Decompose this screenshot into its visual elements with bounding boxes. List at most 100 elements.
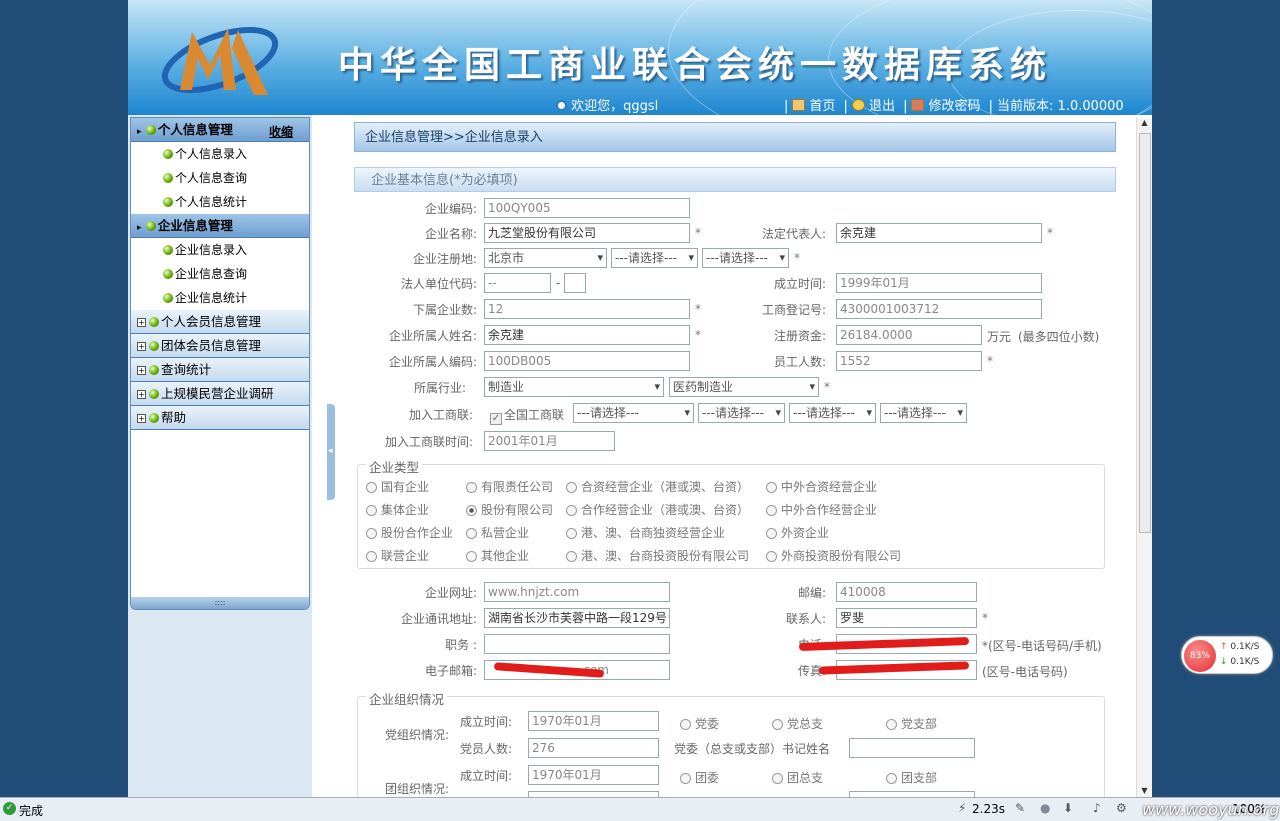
upload-speed: 0.1K/S <box>1230 642 1260 652</box>
sub-count-input[interactable]: 12 <box>484 299 690 319</box>
legal-rep-input[interactable]: 余克建 <box>836 223 1042 243</box>
name-input[interactable]: 九芝堂股份有限公司 <box>484 223 690 243</box>
radio-enterprise-type[interactable]: 合资经营企业（港或澳、台资） <box>566 478 749 495</box>
menu-item-enterprise-entry[interactable]: 企业信息录入 <box>131 238 309 262</box>
menu-item-personal-entry[interactable]: 个人信息录入 <box>131 142 309 166</box>
radio-youth-committee[interactable]: 团委 <box>680 769 719 786</box>
menu-group-survey[interactable]: + 上规模民营企业调研 <box>131 382 309 406</box>
radio-enterprise-type[interactable]: 港、澳、台商投资股份有限公司 <box>566 547 749 564</box>
radio-youth-branch[interactable]: 团支部 <box>886 769 937 786</box>
radio-label: 国有企业 <box>381 480 430 494</box>
menu-group-help[interactable]: + 帮助 <box>131 406 309 430</box>
union-select-2[interactable]: ---请选择--- <box>698 403 785 423</box>
required-mark: * <box>695 226 701 240</box>
party-founded-input[interactable]: 1970年01月 <box>528 711 659 731</box>
vertical-scrollbar[interactable]: ▲ ▼ <box>1136 118 1152 797</box>
change-password-link[interactable]: 修改密码 <box>928 99 980 114</box>
edit-icon[interactable]: ✎ <box>1015 801 1025 815</box>
code-input[interactable]: 100QY005 <box>484 198 690 218</box>
sidebar-toggle-handle[interactable]: ◂ <box>327 404 335 500</box>
reg-no-input[interactable]: 4300001003712 <box>836 299 1042 319</box>
menu-item-personal-query[interactable]: 个人信息查询 <box>131 166 309 190</box>
welcome-label: 欢迎您，qggsl <box>571 99 659 114</box>
radio-youth-general[interactable]: 团总支 <box>772 769 823 786</box>
contact-person-input[interactable]: 罗斐 <box>836 608 977 628</box>
settings-icon[interactable]: ⚙ <box>1116 801 1127 815</box>
party-members-label: 党员人数: <box>459 742 512 756</box>
position-input[interactable] <box>484 634 670 654</box>
radio-label: 党委 <box>695 717 720 731</box>
union-select-3[interactable]: ---请选择--- <box>789 403 876 423</box>
password-icon <box>911 99 925 111</box>
scroll-up-icon[interactable]: ▲ <box>1137 118 1152 127</box>
sound-icon[interactable]: ♪ <box>1093 801 1101 815</box>
radio-label: 港、澳、台商独资经营企业 <box>581 526 726 540</box>
radio-icon <box>766 482 777 493</box>
capital-input[interactable]: 26184.0000 <box>836 325 982 345</box>
website-input[interactable]: www.hnjzt.com <box>484 582 670 602</box>
menu-resize-grip[interactable]: :::: <box>131 597 309 609</box>
plus-icon: + <box>137 318 146 327</box>
radio-enterprise-type[interactable]: 其他企业 <box>466 547 529 564</box>
radio-enterprise-type[interactable]: 集体企业 <box>366 501 429 518</box>
radio-enterprise-type[interactable]: 中外合资经营企业 <box>766 478 877 495</box>
industry-sub-select[interactable]: 医药制造业 <box>669 377 819 397</box>
owner-code-input[interactable]: 100DB005 <box>484 351 690 371</box>
radio-enterprise-type[interactable]: 股份合作企业 <box>366 524 453 541</box>
system-title: 中华全国工商业联合会统一数据库系统 <box>338 44 1053 86</box>
radio-label: 中外合资经营企业 <box>781 480 878 494</box>
radio-enterprise-type[interactable]: 股份有限公司 <box>466 501 553 518</box>
green-dot-icon <box>145 221 156 231</box>
radio-enterprise-type[interactable]: 外资企业 <box>766 524 829 541</box>
city-select[interactable]: ---请选择--- <box>611 248 698 268</box>
radio-party-general[interactable]: 党总支 <box>772 715 823 732</box>
menu-item-personal-stats[interactable]: 个人信息统计 <box>131 190 309 214</box>
radio-enterprise-type[interactable]: 有限责任公司 <box>466 478 553 495</box>
org-code-input-b[interactable] <box>564 273 586 293</box>
owner-name-input[interactable]: 余克建 <box>484 325 690 345</box>
postcode-input[interactable]: 410008 <box>836 582 977 602</box>
radio-enterprise-type[interactable]: 国有企业 <box>366 478 429 495</box>
party-members-input[interactable]: 276 <box>528 738 659 758</box>
radio-enterprise-type[interactable]: 港、澳、台商独资经营企业 <box>566 524 725 541</box>
user-icon[interactable]: ● <box>1040 801 1050 815</box>
download-icon[interactable]: ⬇ <box>1063 801 1073 815</box>
network-speed-widget[interactable]: 83% ↑ 0.1K/S ↓ 0.1K/S <box>1181 636 1273 674</box>
logout-link[interactable]: 退出 <box>869 99 895 114</box>
radio-enterprise-type[interactable]: 联营企业 <box>366 547 429 564</box>
address-input[interactable]: 湖南省长沙市芙蓉中路一段129号 <box>484 608 670 628</box>
youth-founded-input[interactable]: 1970年01月 <box>528 765 659 785</box>
industry-select[interactable]: 制造业 <box>484 377 664 397</box>
org-code-input-a[interactable]: -- <box>484 273 551 293</box>
menu-group-query-stats[interactable]: + 查询统计 <box>131 358 309 382</box>
home-link[interactable]: 首页 <box>809 99 835 114</box>
menu-group-group-member[interactable]: + 团体会员信息管理 <box>131 334 309 358</box>
province-select[interactable]: 北京市 <box>484 248 607 268</box>
sub-count-label: 下属企业数: <box>412 303 477 317</box>
menu-group-enterprise[interactable]: ▸ 企业信息管理 <box>131 214 309 238</box>
union-select-4[interactable]: ---请选择--- <box>880 403 967 423</box>
union-checkbox[interactable]: ✓ 全国工商联 <box>490 406 564 425</box>
party-secretary-input[interactable] <box>849 738 975 758</box>
union-select-1[interactable]: ---请选择--- <box>573 403 694 423</box>
lightning-icon: ⚡ <box>958 801 967 815</box>
collapse-link[interactable]: 收缩 <box>269 120 293 144</box>
scroll-thumb[interactable] <box>1139 133 1151 533</box>
menu-group-personal-member[interactable]: + 个人会员信息管理 <box>131 310 309 334</box>
founded-input[interactable]: 1999年01月 <box>836 273 1042 293</box>
radio-party-branch[interactable]: 党支部 <box>886 715 937 732</box>
staff-input[interactable]: 1552 <box>836 351 982 371</box>
radio-enterprise-type[interactable]: 合作经营企业（港或澳、台资） <box>566 501 749 518</box>
radio-enterprise-type[interactable]: 中外合作经营企业 <box>766 501 877 518</box>
radio-enterprise-type[interactable]: 私营企业 <box>466 524 529 541</box>
radio-party-committee[interactable]: 党委 <box>680 715 719 732</box>
county-select[interactable]: ---请选择--- <box>702 248 789 268</box>
menu-item-enterprise-query[interactable]: 企业信息查询 <box>131 262 309 286</box>
scroll-down-icon[interactable]: ▼ <box>1137 786 1152 795</box>
menu-item-enterprise-stats[interactable]: 企业信息统计 <box>131 286 309 310</box>
radio-label: 团支部 <box>901 771 938 785</box>
radio-icon <box>680 773 691 784</box>
union-time-input[interactable]: 2001年01月 <box>484 431 615 451</box>
menu-group-personal[interactable]: ▸ 个人信息管理 收缩 <box>131 118 309 142</box>
radio-enterprise-type[interactable]: 外商投资股份有限公司 <box>766 547 901 564</box>
